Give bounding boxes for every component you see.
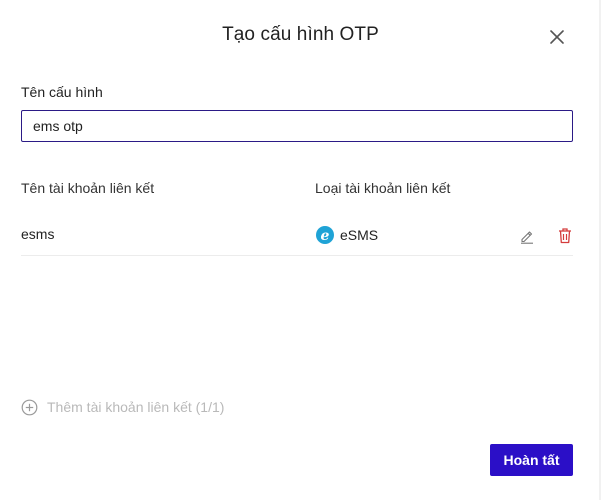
config-name-label: Tên cấu hình bbox=[21, 84, 103, 100]
esms-logo-icon: e bbox=[316, 226, 334, 244]
otp-config-dialog: Tạo cấu hình OTP Tên cấu hình Tên tài kh… bbox=[0, 0, 601, 500]
esms-logo-letter: e bbox=[321, 228, 330, 244]
edit-icon bbox=[521, 231, 533, 244]
column-header-account: Tên tài khoản liên kết bbox=[21, 180, 155, 196]
trash-icon bbox=[559, 228, 571, 244]
column-header-type: Loại tài khoản liên kết bbox=[315, 180, 451, 196]
finish-button[interactable]: Hoàn tất bbox=[490, 444, 573, 476]
plus-circle-icon bbox=[21, 399, 38, 415]
close-icon bbox=[550, 30, 564, 44]
table-row: esms e eSMS bbox=[21, 208, 573, 256]
linked-account-name: esms bbox=[21, 226, 55, 242]
linked-account-type: eSMS bbox=[340, 227, 379, 243]
add-linked-account-label: Thêm tài khoản liên kết (1/1) bbox=[47, 399, 225, 415]
add-linked-account-link[interactable]: Thêm tài khoản liên kết (1/1) bbox=[21, 398, 224, 416]
edit-account-button[interactable] bbox=[519, 228, 535, 244]
dialog-title: Tạo cấu hình OTP bbox=[222, 24, 379, 45]
config-name-input[interactable] bbox=[21, 110, 573, 142]
delete-account-button[interactable] bbox=[557, 227, 573, 244]
close-button[interactable] bbox=[546, 26, 568, 48]
